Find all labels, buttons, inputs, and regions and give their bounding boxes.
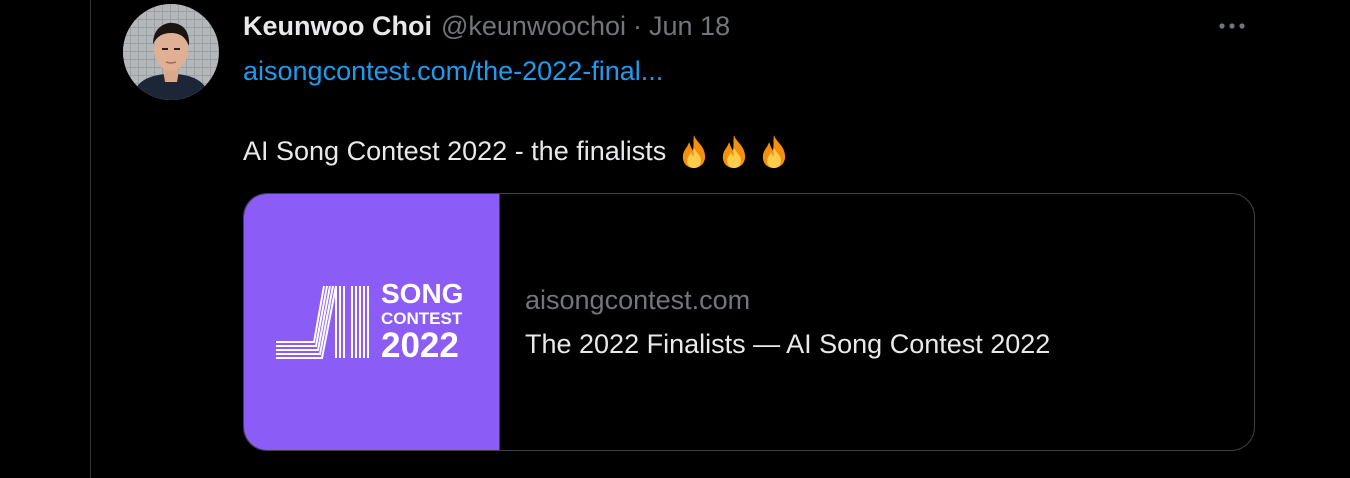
tweet-header: Keunwoo Choi @keunwoochoi · Jun 18 bbox=[243, 8, 730, 44]
card-body: aisongcontest.com The 2022 Finalists — A… bbox=[500, 194, 1254, 450]
tweet-text-row: AI Song Contest 2022 - the finalists bbox=[243, 133, 792, 169]
card-domain: aisongcontest.com bbox=[525, 285, 751, 315]
fire-icon bbox=[763, 135, 786, 168]
logo-song: SONG bbox=[381, 278, 464, 309]
logo-contest: CONTEST bbox=[381, 309, 463, 328]
logo-text: SONG CONTEST 2022 bbox=[381, 278, 464, 365]
avatar[interactable] bbox=[123, 4, 219, 100]
author-handle[interactable]: @keunwoochoi bbox=[441, 8, 626, 44]
separator-dot: · bbox=[633, 11, 643, 41]
more-horizontal-icon bbox=[1219, 23, 1245, 29]
more-options-button[interactable] bbox=[1214, 10, 1250, 42]
card-image: SONG CONTEST 2022 bbox=[244, 194, 500, 450]
emoji-row bbox=[676, 133, 792, 169]
tweet-link[interactable]: aisongcontest.com/the-2022-final... bbox=[243, 53, 663, 89]
fire-icon bbox=[683, 135, 706, 168]
ai-logo-icon bbox=[276, 285, 369, 359]
logo-year: 2022 bbox=[381, 326, 459, 365]
link-preview-card[interactable]: SONG CONTEST 2022 aisongcontest.com The … bbox=[243, 193, 1255, 451]
card-title[interactable]: The 2022 Finalists — AI Song Contest 202… bbox=[525, 326, 1254, 362]
tweet-text: AI Song Contest 2022 - the finalists bbox=[243, 136, 667, 166]
author-name[interactable]: Keunwoo Choi bbox=[243, 8, 432, 44]
avatar-image bbox=[123, 4, 219, 100]
tweet-date[interactable]: Jun 18 bbox=[649, 8, 730, 44]
fire-icon bbox=[723, 135, 746, 168]
